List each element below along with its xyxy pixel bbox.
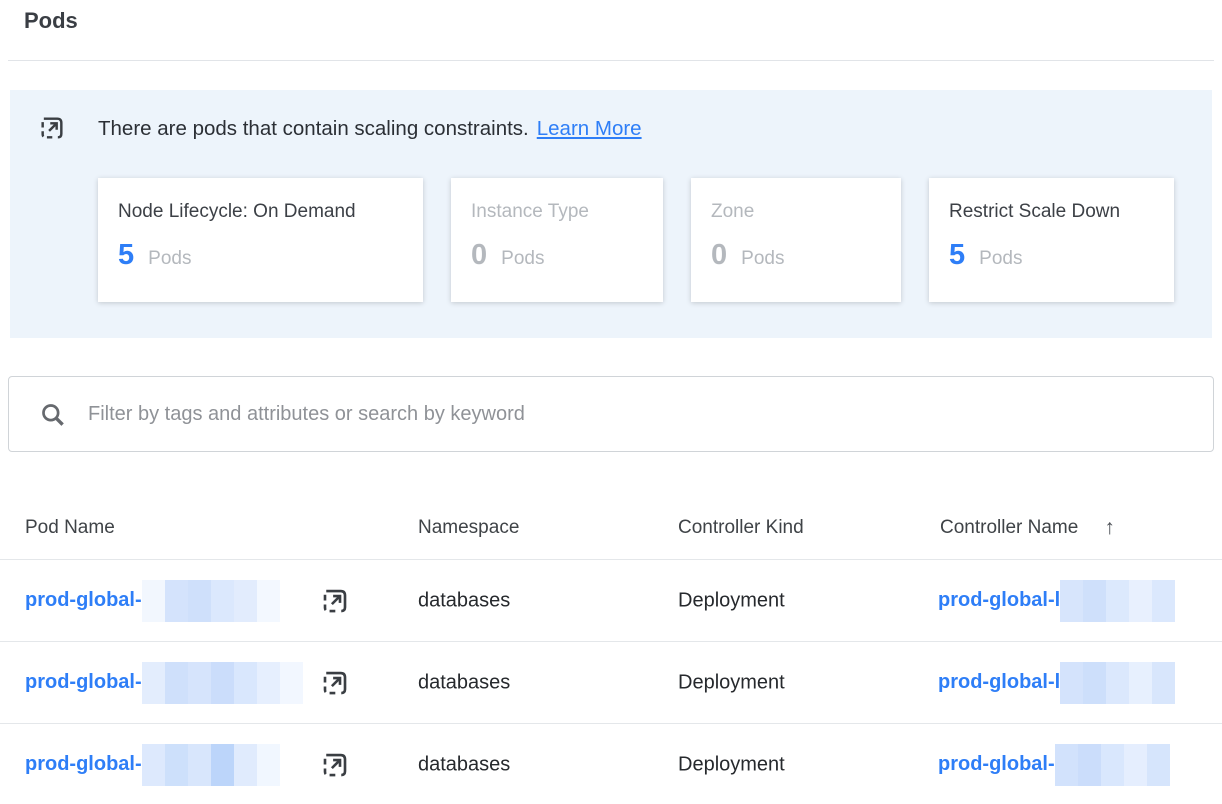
table-body: prod-global- databases Deployment prod-g… (0, 560, 1222, 804)
redacted-pod-name (142, 580, 280, 622)
controller-name-cell: prod-global- (938, 744, 1170, 786)
controller-kind-cell: Deployment (678, 589, 785, 612)
card-count: 5 (118, 241, 134, 270)
table-row: prod-global- databases Deployment prod-g… (0, 642, 1222, 724)
card-label: Zone (711, 201, 881, 223)
redacted-controller-name (1055, 744, 1170, 786)
column-header-pod-name[interactable]: Pod Name (25, 517, 115, 539)
table-row: prod-global- databases Deployment prod-g… (0, 560, 1222, 642)
card-count-row: 0 Pods (711, 241, 881, 270)
card-unit: Pods (148, 248, 191, 270)
card-count: 0 (711, 241, 727, 270)
pod-name-cell: prod-global- (25, 580, 280, 622)
controller-kind-cell: Deployment (678, 671, 785, 694)
card-count-row: 5 Pods (118, 241, 403, 270)
card-count-row: 5 Pods (949, 241, 1154, 270)
card-unit: Pods (501, 248, 544, 270)
namespace-cell: databases (418, 671, 510, 694)
redacted-pod-name (142, 662, 303, 704)
card-count-row: 0 Pods (471, 241, 643, 270)
scale-out-icon[interactable] (320, 750, 350, 780)
controller-name-cell: prod-global-l (938, 662, 1175, 704)
card-unit: Pods (741, 248, 784, 270)
card-count: 5 (949, 241, 965, 270)
constraint-cards: Node Lifecycle: On Demand 5 Pods Instanc… (98, 178, 1174, 302)
filter-search-box[interactable] (8, 376, 1214, 452)
controller-name-link[interactable]: prod-global-l (938, 671, 1060, 694)
card-label: Node Lifecycle: On Demand (118, 201, 403, 223)
column-header-namespace[interactable]: Namespace (418, 517, 519, 539)
pods-page: Pods There are pods that contain scaling… (0, 0, 1222, 804)
card-unit: Pods (979, 248, 1022, 270)
card-label: Restrict Scale Down (949, 201, 1154, 223)
controller-kind-cell: Deployment (678, 753, 785, 776)
redacted-controller-name (1060, 662, 1175, 704)
learn-more-link[interactable]: Learn More (537, 117, 642, 140)
pod-name-cell: prod-global- (25, 744, 280, 786)
table-header-row: Pod Name Namespace Controller Kind Contr… (0, 497, 1222, 560)
controller-name-link[interactable]: prod-global- (938, 753, 1055, 776)
constraint-card[interactable]: Restrict Scale Down 5 Pods (929, 178, 1174, 302)
pods-table: Pod Name Namespace Controller Kind Contr… (0, 497, 1222, 804)
controller-name-link[interactable]: prod-global-l (938, 589, 1060, 612)
column-header-controller-name[interactable]: Controller Name ↑ (940, 516, 1115, 540)
controller-name-label: Controller Name (940, 517, 1078, 539)
banner-message: There are pods that contain scaling cons… (98, 117, 642, 141)
card-label: Instance Type (471, 201, 643, 223)
pod-name-link[interactable]: prod-global- (25, 753, 142, 776)
constraint-card[interactable]: Zone 0 Pods (691, 178, 901, 302)
column-header-controller-kind[interactable]: Controller Kind (678, 517, 804, 539)
scale-out-icon[interactable] (320, 668, 350, 698)
pod-name-cell: prod-global- (25, 662, 303, 704)
namespace-cell: databases (418, 753, 510, 776)
title-divider (8, 60, 1214, 61)
search-input[interactable] (88, 403, 1213, 426)
table-row: prod-global- databases Deployment prod-g… (0, 724, 1222, 804)
sort-ascending-icon: ↑ (1104, 516, 1115, 540)
banner-message-text: There are pods that contain scaling cons… (98, 117, 529, 140)
pod-name-link[interactable]: prod-global- (25, 589, 142, 612)
scaling-constraints-banner: There are pods that contain scaling cons… (10, 90, 1212, 338)
controller-name-cell: prod-global-l (938, 580, 1175, 622)
pod-name-link[interactable]: prod-global- (25, 671, 142, 694)
page-title: Pods (24, 8, 78, 34)
redacted-pod-name (142, 744, 280, 786)
constraint-card[interactable]: Instance Type 0 Pods (451, 178, 663, 302)
scale-out-icon[interactable] (320, 586, 350, 616)
constraint-card[interactable]: Node Lifecycle: On Demand 5 Pods (98, 178, 423, 302)
card-count: 0 (471, 241, 487, 270)
namespace-cell: databases (418, 589, 510, 612)
scale-out-icon (38, 114, 66, 142)
redacted-controller-name (1060, 580, 1175, 622)
search-icon (39, 401, 66, 428)
